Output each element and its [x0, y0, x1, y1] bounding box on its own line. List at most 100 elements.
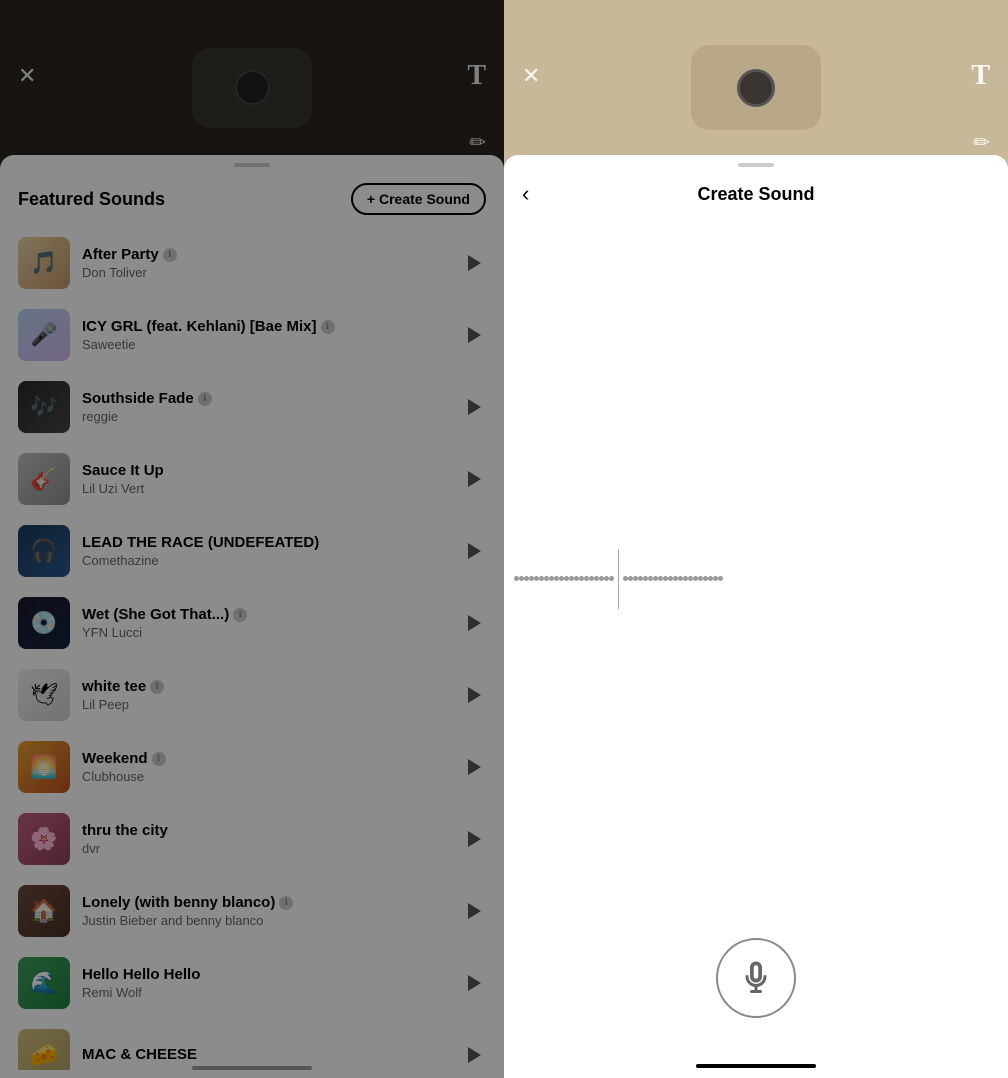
play-triangle-icon — [468, 759, 481, 775]
play-button[interactable] — [462, 899, 486, 923]
sound-thumbnail: 🎶 — [18, 381, 70, 433]
left-close-button[interactable]: ✕ — [18, 63, 36, 89]
play-button[interactable] — [462, 1043, 486, 1067]
sound-name: LEAD THE RACE (UNDEFEATED) — [82, 534, 319, 551]
sound-item-lonely[interactable]: 🏠 Lonely (with benny blanco) ℹ Justin Bi… — [0, 875, 504, 947]
sound-info: Southside Fade ℹ reggie — [70, 390, 462, 424]
waveform-area — [504, 217, 1008, 940]
left-pencil-button[interactable]: ✏ — [469, 130, 486, 155]
sound-artist: Saweetie — [82, 337, 450, 352]
sound-name: MAC & CHEESE — [82, 1046, 197, 1063]
sound-title-row: Hello Hello Hello — [82, 966, 450, 983]
play-triangle-icon — [468, 975, 481, 991]
sound-list: 🎵 After Party ℹ Don Toliver 🎤 ICY GRL (f… — [0, 227, 504, 1070]
thumb-image: 🕊 — [18, 669, 70, 721]
sound-info: Lonely (with benny blanco) ℹ Justin Bieb… — [70, 894, 462, 928]
right-close-button[interactable]: ✕ — [522, 63, 540, 89]
right-home-indicator — [696, 1064, 816, 1068]
sound-title-row: Lonely (with benny blanco) ℹ — [82, 894, 450, 911]
thumb-image: 🎶 — [18, 381, 70, 433]
left-home-indicator — [192, 1066, 312, 1070]
sound-info-icon[interactable]: ℹ — [321, 320, 335, 334]
sound-artist: YFN Lucci — [82, 625, 450, 640]
sound-info-icon[interactable]: ℹ — [152, 752, 166, 766]
play-button[interactable] — [462, 683, 486, 707]
sound-info: After Party ℹ Don Toliver — [70, 246, 462, 280]
back-button[interactable]: ‹ — [522, 181, 529, 207]
sound-thumbnail: 🌅 — [18, 741, 70, 793]
sound-item-wet[interactable]: 💿 Wet (She Got That...) ℹ YFN Lucci — [0, 587, 504, 659]
sound-thumbnail: 🌊 — [18, 957, 70, 1009]
left-text-tool-button[interactable]: T — [467, 60, 486, 92]
sound-thumbnail: 🎵 — [18, 237, 70, 289]
waveform-dot — [718, 576, 723, 581]
mic-icon — [738, 960, 774, 996]
sound-name: Southside Fade — [82, 390, 194, 407]
left-top-bar: ✕ T — [0, 60, 504, 92]
sound-item-lead-race[interactable]: 🎧 LEAD THE RACE (UNDEFEATED) Comethazine — [0, 515, 504, 587]
play-triangle-icon — [468, 1047, 481, 1063]
sound-item-sauce-it-up[interactable]: 🎸 Sauce It Up Lil Uzi Vert — [0, 443, 504, 515]
sound-name: Hello Hello Hello — [82, 966, 200, 983]
sound-info: Weekend ℹ Clubhouse — [70, 750, 462, 784]
sound-info: Sauce It Up Lil Uzi Vert — [70, 462, 462, 496]
sound-item-after-party[interactable]: 🎵 After Party ℹ Don Toliver — [0, 227, 504, 299]
mic-button[interactable] — [716, 938, 796, 1018]
featured-sounds-title: Featured Sounds — [18, 189, 165, 210]
play-button[interactable] — [462, 467, 486, 491]
thumb-image: 🌅 — [18, 741, 70, 793]
sound-title-row: LEAD THE RACE (UNDEFEATED) — [82, 534, 450, 551]
sound-name: ICY GRL (feat. Kehlani) [Bae Mix] — [82, 318, 317, 335]
play-triangle-icon — [468, 471, 481, 487]
sound-thumbnail: 🎧 — [18, 525, 70, 577]
sound-name: Wet (She Got That...) — [82, 606, 229, 623]
play-triangle-icon — [468, 255, 481, 271]
sound-title-row: Sauce It Up — [82, 462, 450, 479]
play-triangle-icon — [468, 327, 481, 343]
play-triangle-icon — [468, 687, 481, 703]
sound-item-mac[interactable]: 🧀 MAC & CHEESE — [0, 1019, 504, 1070]
right-pencil-button[interactable]: ✏ — [973, 130, 990, 155]
create-sound-sheet: ‹ Create Sound — [504, 155, 1008, 1078]
sheet-header: Featured Sounds + Create Sound — [0, 167, 504, 227]
create-sound-button[interactable]: + Create Sound — [351, 183, 486, 215]
play-button[interactable] — [462, 611, 486, 635]
sound-info: MAC & CHEESE — [70, 1046, 462, 1065]
sound-info-icon[interactable]: ℹ — [150, 680, 164, 694]
featured-sounds-sheet: Featured Sounds + Create Sound 🎵 After P… — [0, 155, 504, 1078]
sound-item-white-tee[interactable]: 🕊 white tee ℹ Lil Peep — [0, 659, 504, 731]
sound-artist: Comethazine — [82, 553, 450, 568]
sound-info-icon[interactable]: ℹ — [198, 392, 212, 406]
sound-name: After Party — [82, 246, 159, 263]
create-sound-header: ‹ Create Sound — [504, 167, 1008, 217]
thumb-image: 🎧 — [18, 525, 70, 577]
sound-item-icy-grl[interactable]: 🎤 ICY GRL (feat. Kehlani) [Bae Mix] ℹ Sa… — [0, 299, 504, 371]
thumb-image: 🌊 — [18, 957, 70, 1009]
sound-info-icon[interactable]: ℹ — [163, 248, 177, 262]
thumb-image: 🌸 — [18, 813, 70, 865]
play-button[interactable] — [462, 539, 486, 563]
sound-item-thru-city[interactable]: 🌸 thru the city dvr — [0, 803, 504, 875]
sound-thumbnail: 🎸 — [18, 453, 70, 505]
play-button[interactable] — [462, 755, 486, 779]
play-button[interactable] — [462, 251, 486, 275]
sound-item-southside-fade[interactable]: 🎶 Southside Fade ℹ reggie — [0, 371, 504, 443]
play-button[interactable] — [462, 395, 486, 419]
sound-artist: Remi Wolf — [82, 985, 450, 1000]
sound-info: Wet (She Got That...) ℹ YFN Lucci — [70, 606, 462, 640]
sound-info-icon[interactable]: ℹ — [233, 608, 247, 622]
sound-title-row: ICY GRL (feat. Kehlani) [Bae Mix] ℹ — [82, 318, 450, 335]
play-button[interactable] — [462, 827, 486, 851]
sound-artist: Don Toliver — [82, 265, 450, 280]
right-text-tool-button[interactable]: T — [971, 60, 990, 92]
sound-thumbnail: 🏠 — [18, 885, 70, 937]
sound-name: Sauce It Up — [82, 462, 164, 479]
sound-info-icon[interactable]: ℹ — [279, 896, 293, 910]
sound-info: white tee ℹ Lil Peep — [70, 678, 462, 712]
sound-item-weekend[interactable]: 🌅 Weekend ℹ Clubhouse — [0, 731, 504, 803]
play-button[interactable] — [462, 323, 486, 347]
play-button[interactable] — [462, 971, 486, 995]
sound-artist: reggie — [82, 409, 450, 424]
left-panel: ✕ T ✏ Featured Sounds + Create Sound 🎵 A… — [0, 0, 504, 1078]
sound-item-hello[interactable]: 🌊 Hello Hello Hello Remi Wolf — [0, 947, 504, 1019]
